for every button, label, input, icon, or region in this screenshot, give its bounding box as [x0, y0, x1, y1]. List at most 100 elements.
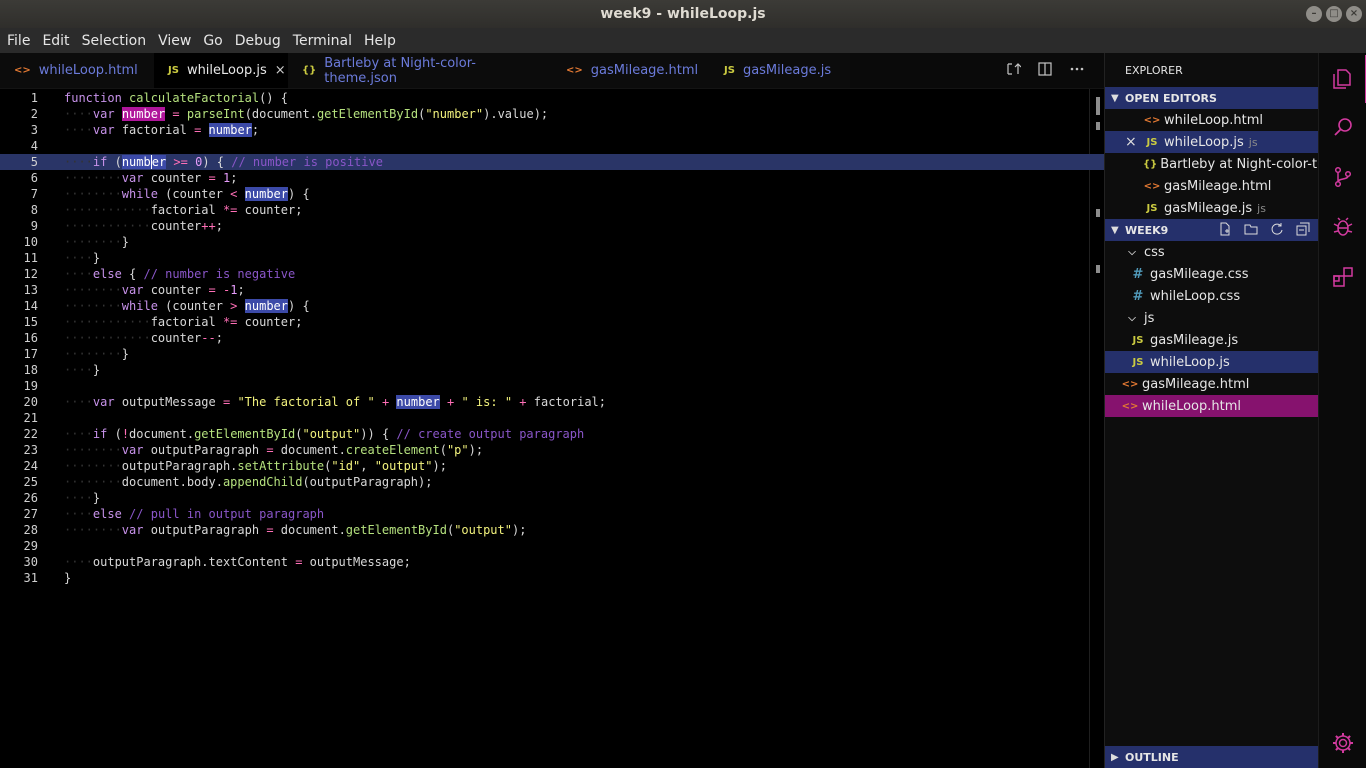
tree-file[interactable]: JS whileLoop.js — [1105, 351, 1318, 373]
tree-file[interactable]: # whileLoop.css — [1105, 285, 1318, 307]
code-text[interactable]: ····outputParagraph.textContent = output… — [64, 554, 411, 570]
code-line[interactable]: 30 ····outputParagraph.textContent = outp… — [0, 554, 1090, 570]
code-line[interactable]: 21 — [0, 410, 1090, 426]
code-line[interactable]: 29 — [0, 538, 1090, 554]
open-editors-section[interactable]: ▼ OPEN EDITORS — [1105, 87, 1318, 109]
code-text[interactable]: ············counter++; — [64, 218, 223, 234]
code-line[interactable]: 11 ····} — [0, 250, 1090, 266]
close-window-button[interactable]: × — [1346, 6, 1362, 22]
code-line[interactable]: 31} — [0, 570, 1090, 586]
code-line[interactable]: 12 ····else { // number is negative — [0, 266, 1090, 282]
refresh-icon[interactable] — [1270, 222, 1284, 239]
menu-view[interactable]: View — [152, 33, 197, 49]
code-text[interactable]: ········while (counter < number) { — [64, 186, 310, 202]
workspace-folder-section[interactable]: ▼ WEEK9 — [1105, 219, 1318, 241]
collapse-all-icon[interactable] — [1296, 222, 1310, 239]
menu-go[interactable]: Go — [197, 33, 228, 49]
code-line[interactable]: 7 ········while (counter < number) { — [0, 186, 1090, 202]
menu-debug[interactable]: Debug — [229, 33, 287, 49]
code-line[interactable]: 23 ········var outputParagraph = document… — [0, 442, 1090, 458]
maximize-button[interactable]: □ — [1326, 6, 1342, 22]
tree-file[interactable]: JS gasMileage.js — [1105, 329, 1318, 351]
code-text[interactable]: ············factorial *= counter; — [64, 314, 302, 330]
menu-selection[interactable]: Selection — [76, 33, 153, 49]
code-text[interactable]: ····var number = parseInt(document.getEl… — [64, 106, 548, 122]
code-text[interactable]: ····} — [64, 250, 100, 266]
code-line[interactable]: 4 — [0, 138, 1090, 154]
code-line[interactable]: 1 function calculateFactorial() { — [0, 90, 1090, 106]
tab-whileloop-html[interactable]: <> whileLoop.html — [0, 53, 154, 88]
open-changes-icon[interactable] — [1004, 61, 1022, 81]
code-text[interactable]: ········document.body.appendChild(output… — [64, 474, 432, 490]
code-line[interactable]: 5 ····if (number >= 0) { // number is pos… — [0, 154, 1104, 170]
open-editor-item[interactable]: {} Bartleby at Night-color-t... — [1105, 153, 1318, 175]
code-line[interactable]: 19 — [0, 378, 1090, 394]
more-actions-icon[interactable] — [1068, 61, 1086, 81]
menu-edit[interactable]: Edit — [36, 33, 75, 49]
code-text[interactable]: ····} — [64, 362, 100, 378]
code-line[interactable]: 13 ········var counter = -1; — [0, 282, 1090, 298]
open-editor-item[interactable]: <> whileLoop.html — [1105, 109, 1318, 131]
menu-help[interactable]: Help — [358, 33, 402, 49]
tab-gasmileage-js[interactable]: JS gasMileage.js — [710, 53, 850, 88]
tree-file[interactable]: <> gasMileage.html — [1105, 373, 1318, 395]
code-line[interactable]: 6 ········var counter = 1; — [0, 170, 1090, 186]
code-text[interactable]: ····else { // number is negative — [64, 266, 295, 282]
folder-css[interactable]: ⌵ css — [1105, 241, 1318, 263]
code-line[interactable]: 14 ········while (counter > number) { — [0, 298, 1090, 314]
open-editor-item[interactable]: <> gasMileage.html — [1105, 175, 1318, 197]
menu-terminal[interactable]: Terminal — [287, 33, 358, 49]
code-line[interactable]: 18 ····} — [0, 362, 1090, 378]
tab-gasmileage-html[interactable]: <> gasMileage.html — [552, 53, 710, 88]
explorer-icon[interactable] — [1319, 55, 1366, 103]
code-text[interactable]: ········var counter = -1; — [64, 282, 245, 298]
code-line[interactable]: 3 ····var factorial = number; — [0, 122, 1090, 138]
code-text[interactable]: ············factorial *= counter; — [64, 202, 302, 218]
code-editor[interactable]: 1 function calculateFactorial() {2 ····var… — [0, 89, 1104, 768]
code-text[interactable]: ····if (!document.getElementById("output… — [64, 426, 584, 442]
outline-section[interactable]: ▶ OUTLINE — [1105, 746, 1319, 768]
close-tab-icon[interactable]: × — [275, 63, 286, 78]
code-text[interactable]: } — [64, 570, 71, 586]
code-text[interactable]: ············counter--; — [64, 330, 223, 346]
split-editor-icon[interactable] — [1036, 61, 1054, 81]
code-text[interactable]: ····var outputMessage = "The factorial o… — [64, 394, 606, 410]
code-line[interactable]: 2 ····var number = parseInt(document.getE… — [0, 106, 1090, 122]
open-editor-item[interactable]: JS gasMileage.js js — [1105, 197, 1318, 219]
tab-color-theme-json[interactable]: {} Bartleby at Night-color-theme.json — [288, 53, 552, 88]
minimize-button[interactable]: – — [1306, 6, 1322, 22]
code-text[interactable]: ········var outputParagraph = document.g… — [64, 522, 526, 538]
code-text[interactable]: ········} — [64, 234, 129, 250]
extensions-icon[interactable] — [1319, 253, 1366, 301]
code-text[interactable]: ········} — [64, 346, 129, 362]
code-line[interactable]: 8 ············factorial *= counter; — [0, 202, 1090, 218]
code-text[interactable]: ········var outputParagraph = document.c… — [64, 442, 483, 458]
tree-file[interactable]: <> whileLoop.html — [1105, 395, 1318, 417]
settings-gear-icon[interactable] — [1319, 719, 1366, 767]
tree-file[interactable]: # gasMileage.css — [1105, 263, 1318, 285]
editor-scrollbar[interactable] — [1089, 89, 1104, 768]
folder-js[interactable]: ⌵ js — [1105, 307, 1318, 329]
code-line[interactable]: 28 ········var outputParagraph = document… — [0, 522, 1090, 538]
code-line[interactable]: 10 ········} — [0, 234, 1090, 250]
code-line[interactable]: 27 ····else // pull in output paragraph — [0, 506, 1090, 522]
code-line[interactable]: 17 ········} — [0, 346, 1090, 362]
close-editor-icon[interactable]: × — [1125, 134, 1143, 150]
open-editor-item[interactable]: × JS whileLoop.js js — [1105, 131, 1318, 153]
menu-file[interactable]: File — [1, 33, 36, 49]
code-text[interactable]: ········var counter = 1; — [64, 170, 237, 186]
code-line[interactable]: 26 ····} — [0, 490, 1090, 506]
code-line[interactable]: 25 ········document.body.appendChild(outp… — [0, 474, 1090, 490]
tab-whileloop-js[interactable]: JS whileLoop.js × — [154, 53, 288, 88]
new-file-icon[interactable] — [1218, 222, 1232, 239]
code-text[interactable]: ····else // pull in output paragraph — [64, 506, 324, 522]
code-text[interactable]: ····if (number >= 0) { // number is posi… — [64, 154, 383, 170]
code-text[interactable]: ····var factorial = number; — [64, 122, 259, 138]
code-text[interactable]: ········outputParagraph.setAttribute("id… — [64, 458, 447, 474]
debug-icon[interactable] — [1319, 203, 1366, 251]
code-text[interactable]: ····} — [64, 490, 100, 506]
source-control-icon[interactable] — [1319, 153, 1366, 201]
code-line[interactable]: 9 ············counter++; — [0, 218, 1090, 234]
code-line[interactable]: 16 ············counter--; — [0, 330, 1090, 346]
new-folder-icon[interactable] — [1244, 222, 1258, 239]
